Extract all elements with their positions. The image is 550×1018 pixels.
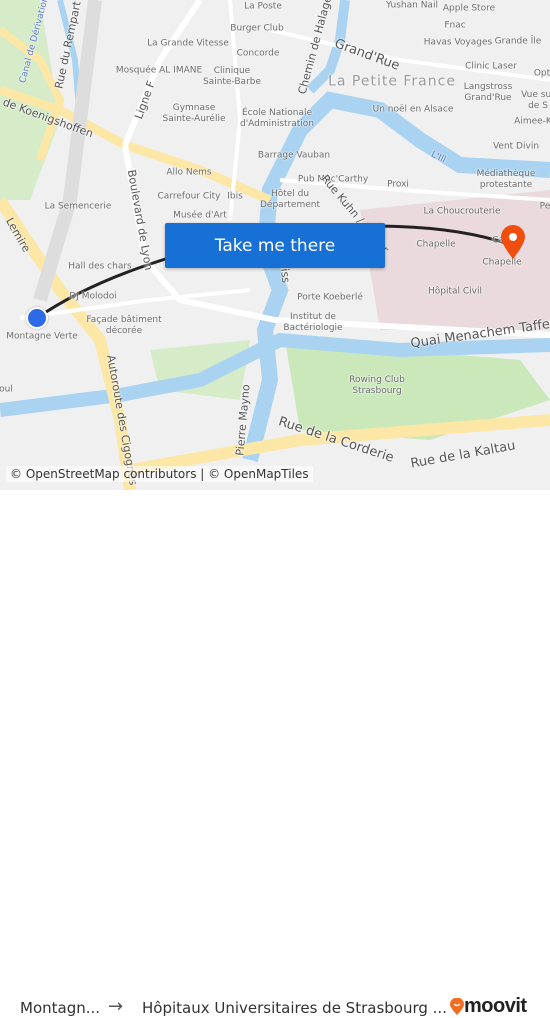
map-label: Grande Île [494, 36, 542, 47]
map-label: La Grande Vitesse [147, 38, 229, 49]
moovit-logo: moovit [450, 995, 527, 1018]
map-label: Fnac [444, 20, 466, 31]
map-label: Porte Koeberlé [297, 292, 363, 303]
map-label: Langstross Grand'Rue [463, 82, 513, 103]
origin-name: Montagn... [20, 999, 101, 1017]
moovit-pin-icon [450, 997, 464, 1015]
map-label: Musée d'Art [173, 210, 227, 221]
map-label: Havas Voyages [423, 37, 493, 48]
map-label: La Poste [244, 1, 282, 12]
map-label: Hall des chars [68, 261, 132, 272]
map-label: Concorde [236, 48, 280, 59]
arrow-right-icon: → [108, 996, 124, 1017]
map-label: Montagne Verte [6, 331, 78, 342]
map-label: Rowing Club Strasbourg [349, 375, 405, 396]
map-label: Chapelle [416, 239, 456, 250]
map-label: Yushan Nail [386, 0, 438, 11]
map-label: Burger Club [230, 23, 284, 34]
map-label: Apple Store [442, 3, 496, 14]
map-label: Aimee-K [514, 116, 550, 127]
map-label: Vue sur de S [521, 90, 550, 111]
map-label: La Choucrouterie [423, 206, 501, 217]
map-label: Ibis [227, 191, 243, 202]
map-label: Opt [533, 68, 550, 79]
map-label: Pe [539, 201, 550, 212]
map-label: La Petite France [328, 73, 456, 90]
map[interactable]: Canal de Dérivation Rue du Rempart La Gr… [0, 0, 550, 490]
map-label: Gymnase Sainte-Aurélie [162, 103, 226, 124]
map-label: DJ Molodoi [69, 291, 117, 302]
map-label: Institut de Bactériologie [283, 312, 343, 333]
destination-pin-icon[interactable] [499, 224, 527, 260]
map-label: Barrage Vauban [257, 150, 331, 161]
map-label: Vent Divin [492, 141, 540, 152]
map-label: Médiathèque protestante [476, 169, 536, 190]
map-label: Proxi [387, 179, 409, 190]
map-label: La Semencerie [44, 201, 112, 212]
map-label: Hôpital Civil [427, 286, 483, 297]
map-label: Clinique Sainte-Barbe [202, 66, 262, 87]
map-label: Hôtel du Département [260, 189, 320, 210]
map-label: Mosquée AL IMANE [115, 65, 203, 76]
map-label: Carrefour City [157, 191, 221, 202]
map-attribution[interactable]: © OpenStreetMap contributors | © OpenMap… [6, 466, 313, 482]
take-me-there-button[interactable]: Take me there [165, 223, 385, 268]
map-label: École Nationale d'Administration [239, 108, 315, 129]
map-label: Clinic Laser [465, 61, 517, 72]
destination-name: Hôpitaux Universitaires de Strasbourg ..… [142, 999, 447, 1017]
map-label: Allo Nems [166, 167, 212, 178]
moovit-wordmark: moovit [464, 995, 527, 1017]
map-label: oul [0, 384, 13, 395]
map-label: Façade bâtiment décorée [86, 315, 162, 336]
map-label: Un noël en Alsace [372, 104, 454, 115]
footer: Montagn... → Hôpitaux Universitaires de … [0, 490, 550, 1017]
origin-marker[interactable] [26, 307, 48, 329]
